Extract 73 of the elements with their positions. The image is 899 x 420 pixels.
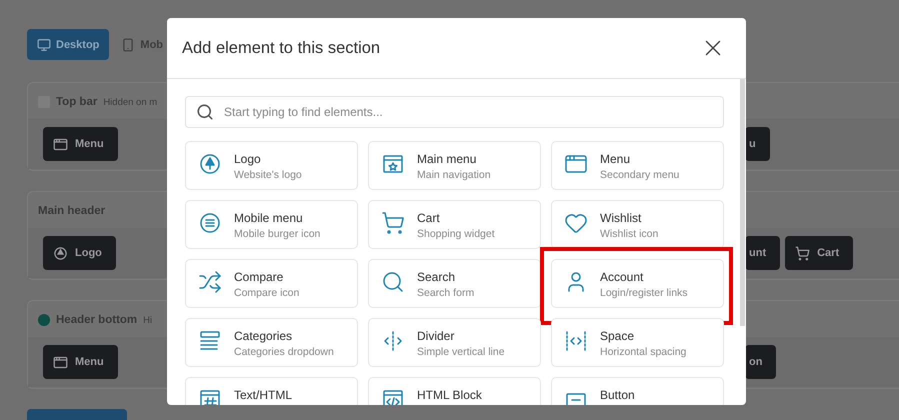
logo-icon [198, 152, 222, 176]
element-card[interactable]: Menu Secondary menu [551, 141, 724, 190]
element-description: Simple vertical line [417, 346, 505, 358]
search-icon [196, 103, 214, 121]
cart-icon [381, 211, 405, 235]
element-description: Secondary menu [600, 169, 680, 181]
element-description: Categories dropdown [234, 346, 334, 358]
element-button[interactable]: Menu [43, 345, 118, 379]
element-name: Categories [234, 329, 294, 343]
element-description: Shopping widget [417, 228, 495, 240]
element-name: Search [417, 270, 456, 284]
element-card[interactable]: Categories Categories dropdown [185, 318, 358, 367]
shuffle-icon [198, 270, 222, 294]
heart-icon [564, 211, 588, 235]
dialog-title: Add element to this section [182, 38, 380, 58]
section-title: Header bottom [56, 314, 138, 326]
cart-icon [795, 246, 810, 260]
element-description: Search form [417, 287, 474, 299]
element-button[interactable]: Logo [43, 236, 116, 270]
element-description: Wishlist icon [600, 228, 658, 240]
element-card[interactable]: Button [551, 377, 724, 405]
element-card[interactable]: Account Login/register links [551, 259, 724, 308]
element-card[interactable]: Space Horizontal spacing [551, 318, 724, 367]
logo-icon [53, 246, 68, 260]
element-name: Button [600, 388, 635, 402]
element-description: Compare icon [234, 287, 300, 299]
section-title: Top bar [56, 96, 98, 108]
element-card[interactable]: Main menu Main navigation [368, 141, 541, 190]
element-card[interactable]: Divider Simple vertical line [368, 318, 541, 367]
list-icon [198, 329, 222, 353]
device-tab[interactable]: Desktop [27, 29, 110, 60]
element-name: Divider [417, 329, 456, 343]
element-name: Wishlist [600, 211, 642, 225]
hash-window-icon [198, 388, 222, 405]
element-card[interactable]: HTML Block [368, 377, 541, 405]
phone-icon [121, 38, 136, 52]
element-description: Main navigation [417, 169, 491, 181]
element-card[interactable]: Cart Shopping widget [368, 200, 541, 249]
element-card[interactable]: Compare Compare icon [185, 259, 358, 308]
element-card[interactable]: Logo Website's logo [185, 141, 358, 190]
element-name: Logo [234, 152, 262, 166]
element-description: Website's logo [234, 169, 302, 181]
section-title: Main header [38, 205, 106, 217]
window-icon [53, 354, 68, 370]
element-description: Login/register links [600, 287, 688, 299]
element-button[interactable]: unt [745, 236, 780, 270]
element-button[interactable]: u [745, 127, 770, 161]
element-name: Main menu [417, 152, 478, 166]
window-icon [53, 136, 68, 152]
element-button[interactable]: Cart [785, 236, 854, 270]
element-name: HTML Block [417, 388, 482, 402]
element-name: Cart [417, 211, 441, 225]
element-card[interactable]: Search Search form [368, 259, 541, 308]
monitor-icon [37, 38, 51, 52]
search-input[interactable]: Start typing to find elements... [222, 104, 713, 120]
element-button[interactable]: Menu [43, 127, 118, 161]
code-window-icon [381, 388, 405, 405]
element-name: Mobile menu [234, 211, 304, 225]
element-button[interactable]: on [745, 345, 776, 379]
search-field[interactable]: Start typing to find elements... [185, 96, 724, 128]
element-name: Text/HTML [234, 388, 292, 402]
element-card[interactable]: Mobile menu Mobile burger icon [185, 200, 358, 249]
search-icon [381, 270, 405, 294]
element-description: Horizontal spacing [600, 346, 686, 358]
spacing-icon [564, 329, 588, 353]
element-name: Space [600, 329, 636, 343]
element-name: Account [600, 270, 644, 284]
element-card[interactable]: Text/HTML [185, 377, 358, 405]
element-card[interactable]: Wishlist Wishlist icon [551, 200, 724, 249]
menu-icon [198, 211, 222, 235]
element-description: Mobile burger icon [234, 228, 320, 240]
element-name: Menu [600, 152, 632, 166]
element-name: Compare [234, 270, 284, 284]
